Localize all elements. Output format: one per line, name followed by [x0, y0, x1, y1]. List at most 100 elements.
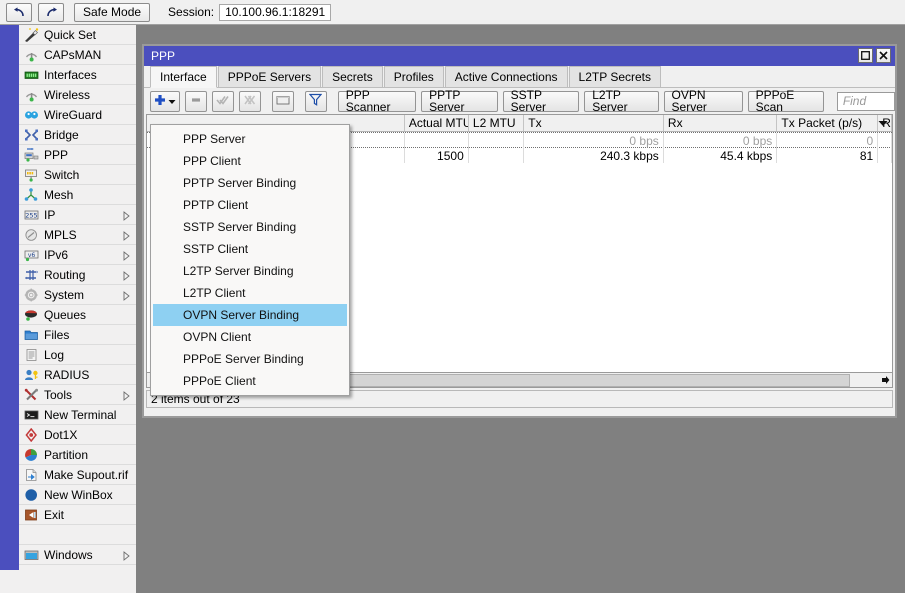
maximize-button[interactable] — [858, 48, 873, 63]
table-header-cell[interactable]: Actual MTU — [405, 115, 469, 131]
ppp-icon — [23, 147, 39, 162]
menu-item-pppoe-client[interactable]: PPPoE Client — [151, 370, 349, 392]
sidebar-item-new-terminal[interactable]: New Terminal — [19, 405, 136, 425]
undo-button[interactable] — [6, 2, 32, 22]
sidebar-item-capsman[interactable]: CAPsMAN — [19, 45, 136, 65]
sidebar-item-radius[interactable]: RADIUS — [19, 365, 136, 385]
close-button[interactable] — [876, 48, 891, 63]
gear-icon — [23, 287, 39, 302]
comment-icon — [276, 94, 290, 109]
sidebar-item-system[interactable]: System — [19, 285, 136, 305]
table-cell — [878, 133, 892, 148]
sstp-server-button[interactable]: SSTP Server — [502, 89, 580, 113]
sidebar-item-switch[interactable]: Switch — [19, 165, 136, 185]
sidebar-item-ipv6[interactable]: v6 IPv6 — [19, 245, 136, 265]
sidebar-item-make-supout[interactable]: Make Supout.rif — [19, 465, 136, 485]
sidebar-item-interfaces[interactable]: Interfaces — [19, 65, 136, 85]
table-header-cell[interactable]: Tx Packet (p/s) — [777, 115, 879, 131]
menu-item-sstp-server-binding[interactable]: SSTP Server Binding — [151, 216, 349, 238]
sidebar-item-new-winbox[interactable]: New WinBox — [19, 485, 136, 505]
sidebar-menu-list: Quick Set CAPsMAN Interfaces Wireless Wi… — [19, 25, 136, 565]
table-header-cell[interactable]: Rx — [664, 115, 778, 131]
queues-icon — [23, 307, 39, 322]
tab-label: PPPoE Servers — [227, 70, 312, 84]
safe-mode-label: Safe Mode — [83, 5, 142, 19]
sidebar-item-log[interactable]: Log — [19, 345, 136, 365]
add-interface-menu: PPP Server PPP Client PPTP Server Bindin… — [150, 124, 350, 396]
cross-icon — [243, 94, 256, 109]
menu-item-ppp-server[interactable]: PPP Server — [151, 128, 349, 150]
session-address-field[interactable]: 10.100.96.1:18291 — [219, 3, 332, 21]
sidebar-item-partition[interactable]: Partition — [19, 445, 136, 465]
menu-item-l2tp-server-binding[interactable]: L2TP Server Binding — [151, 260, 349, 282]
add-button[interactable] — [150, 90, 180, 112]
sidebar-item-label: WireGuard — [44, 107, 103, 122]
remove-button[interactable] — [184, 90, 207, 112]
disable-button[interactable] — [238, 90, 261, 112]
sidebar-item-wireguard[interactable]: WireGuard — [19, 105, 136, 125]
pppoe-scan-button[interactable]: PPPoE Scan — [747, 89, 824, 113]
folder-icon — [23, 327, 39, 342]
tab-bar: Interface PPPoE Servers Secrets Profiles… — [144, 66, 895, 88]
maximize-icon — [861, 49, 870, 63]
l2tp-server-button[interactable]: L2TP Server — [584, 88, 659, 114]
enable-button[interactable] — [211, 90, 234, 112]
button-label: L2TP Server — [592, 88, 628, 114]
table-header-cell[interactable]: L2 MTU — [469, 115, 525, 131]
menu-item-ppp-client[interactable]: PPP Client — [151, 150, 349, 172]
sidebar-item-wireless[interactable]: Wireless — [19, 85, 136, 105]
sidebar-item-label: New Terminal — [44, 407, 117, 422]
pptp-server-button[interactable]: PPTP Server — [421, 89, 498, 113]
sidebar-item-routing[interactable]: Routing — [19, 265, 136, 285]
ppp-scanner-button[interactable]: PPP Scanner — [337, 89, 417, 113]
arrow-right-icon[interactable] — [879, 374, 892, 387]
sidebar-item-quick-set[interactable]: Quick Set — [19, 25, 136, 45]
menu-item-ovpn-server-binding[interactable]: OVPN Server Binding — [153, 304, 347, 326]
tab-secrets[interactable]: Secrets — [322, 66, 383, 87]
chevron-right-icon — [123, 290, 130, 301]
comment-button[interactable] — [271, 90, 294, 112]
sidebar-item-bridge[interactable]: Bridge — [19, 125, 136, 145]
menu-item-pptp-server-binding[interactable]: PPTP Server Binding — [151, 172, 349, 194]
chevron-right-icon — [123, 210, 130, 221]
sidebar-item-exit[interactable]: Exit — [19, 505, 136, 525]
table-cell: 0 bps — [524, 133, 664, 148]
sidebar-item-dot1x[interactable]: Dot1X — [19, 425, 136, 445]
column-chooser-icon[interactable] — [875, 116, 890, 131]
sidebar-item-files[interactable]: Files — [19, 325, 136, 345]
sidebar-item-label: Tools — [44, 387, 73, 402]
sidebar-item-label: New WinBox — [44, 487, 113, 502]
sidebar-item-label: Interfaces — [44, 67, 97, 82]
sidebar-item-windows[interactable]: Windows — [19, 545, 136, 565]
tab-pppoe-servers[interactable]: PPPoE Servers — [217, 66, 322, 87]
redo-button[interactable] — [38, 2, 64, 22]
sidebar-item-label: Bridge — [44, 127, 79, 142]
sidebar-item-label: Windows — [44, 547, 93, 562]
window-titlebar[interactable]: PPP — [144, 46, 895, 66]
table-header-cell[interactable]: Tx — [524, 115, 664, 131]
menu-item-pptp-client[interactable]: PPTP Client — [151, 194, 349, 216]
sidebar-item-mpls[interactable]: MPLS — [19, 225, 136, 245]
sidebar-item-mesh[interactable]: Mesh — [19, 185, 136, 205]
sidebar-item-ppp[interactable]: PPP — [19, 145, 136, 165]
supout-icon — [23, 467, 39, 482]
menu-item-l2tp-client[interactable]: L2TP Client — [151, 282, 349, 304]
tab-active-connections[interactable]: Active Connections — [444, 66, 568, 87]
check-icon — [216, 94, 229, 109]
tab-interface[interactable]: Interface — [150, 66, 217, 88]
menu-item-pppoe-server-binding[interactable]: PPPoE Server Binding — [151, 348, 349, 370]
filter-button[interactable] — [304, 90, 327, 112]
menu-item-sstp-client[interactable]: SSTP Client — [151, 238, 349, 260]
ovpn-server-button[interactable]: OVPN Server — [663, 89, 743, 113]
sidebar-item-tools[interactable]: Tools — [19, 385, 136, 405]
safe-mode-button[interactable]: Safe Mode — [74, 2, 151, 22]
sidebar-item-ip[interactable]: 255 IP — [19, 205, 136, 225]
tab-profiles[interactable]: Profiles — [383, 66, 444, 87]
dot1x-icon — [23, 427, 39, 442]
sidebar-item-queues[interactable]: Queues — [19, 305, 136, 325]
menu-item-ovpn-client[interactable]: OVPN Client — [151, 326, 349, 348]
window-title: PPP — [151, 49, 176, 63]
tab-l2tp-secrets[interactable]: L2TP Secrets — [568, 66, 661, 87]
sidebar-item-label: Quick Set — [44, 27, 97, 42]
search-input[interactable]: Find — [836, 91, 896, 111]
